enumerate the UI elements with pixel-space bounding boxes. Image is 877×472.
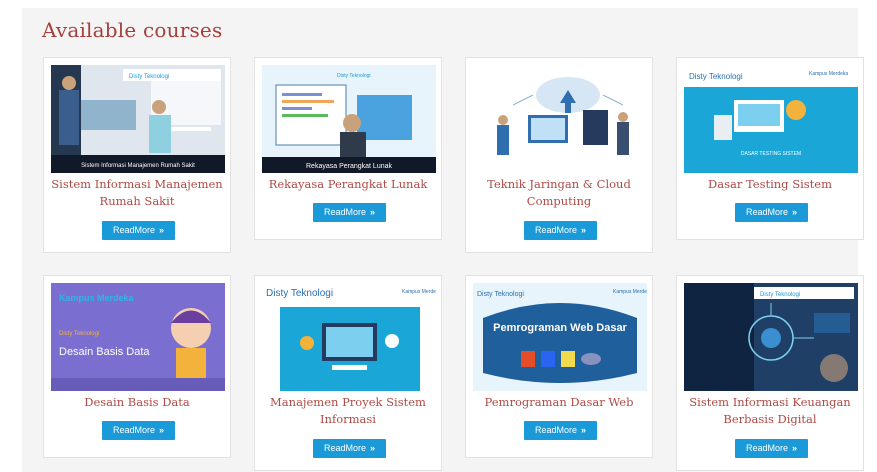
course-thumbnail[interactable]: Rekayasa Perangkat Lunak Disty Teknologi (262, 65, 436, 173)
course-thumbnail[interactable]: Sistem Informasi Manajemen Rumah Sakit D… (51, 65, 225, 173)
course-title[interactable]: Desain Basis Data (48, 394, 226, 411)
course-title[interactable]: Pemrograman Dasar Web (470, 394, 648, 411)
course-title[interactable]: Teknik Jaringan & Cloud Computing (470, 176, 648, 210)
readmore-button[interactable]: ReadMore» (102, 421, 175, 440)
course-title[interactable]: Sistem Informasi Manajemen Rumah Sakit (48, 176, 226, 210)
course-card[interactable]: Kampus Merdeka Disty Teknologi Desain Ba… (43, 275, 231, 458)
course-title[interactable]: Manajemen Proyek Sistem Informasi (259, 394, 437, 428)
courses-panel: Available courses Sistem Informasi Manaj… (22, 8, 864, 472)
chevron-right-icon: » (370, 443, 376, 453)
chevron-right-icon: » (159, 225, 165, 235)
course-title[interactable]: Sistem Informasi Keuangan Berbasis Digit… (681, 394, 859, 428)
thumb-caption: Sistem Informasi Manajemen Rumah Sakit (81, 163, 195, 169)
course-thumbnail[interactable]: Disty Teknologi (684, 283, 858, 391)
section-heading: Available courses (42, 18, 223, 42)
brand-logo: Disty Teknologi (266, 288, 333, 299)
brand-logo: Disty Teknologi (477, 291, 524, 298)
brand-logo: Disty Teknologi (689, 72, 743, 81)
kampus-logo: Kampus Merdeka (809, 71, 848, 77)
course-card[interactable]: Teknik Jaringan & Cloud Computing ReadMo… (465, 57, 653, 253)
course-card[interactable]: Disty Teknologi Sistem Informasi Keuanga… (676, 275, 864, 471)
course-card[interactable]: Disty Teknologi Kampus Merdeka DASAR TES… (676, 57, 864, 240)
thumb-caption: Pemrograman Web Dasar (493, 322, 627, 334)
course-card[interactable]: Sistem Informasi Manajemen Rumah Sakit D… (43, 57, 231, 253)
readmore-button[interactable]: ReadMore» (102, 221, 175, 240)
brand-logo: Disty Teknologi (760, 292, 800, 298)
readmore-button[interactable]: ReadMore» (735, 439, 808, 458)
course-thumbnail[interactable]: Disty Teknologi Kampus Merdeka Pemrogram… (473, 283, 647, 391)
kampus-logo: Kampus Merdeka (59, 293, 135, 303)
readmore-button[interactable]: ReadMore» (313, 439, 386, 458)
thumb-caption: Desain Basis Data (59, 346, 150, 358)
course-card[interactable]: Disty Teknologi Kampus Merdeka Manajemen… (254, 275, 442, 471)
course-thumbnail[interactable]: Disty Teknologi Kampus Merdeka DASAR TES… (684, 65, 858, 173)
chevron-right-icon: » (792, 443, 798, 453)
course-card[interactable]: Rekayasa Perangkat Lunak Disty Teknologi… (254, 57, 442, 240)
brand-logo: Disty Teknologi (59, 331, 99, 337)
course-thumbnail[interactable]: Kampus Merdeka Disty Teknologi Desain Ba… (51, 283, 225, 391)
thumb-caption: Rekayasa Perangkat Lunak (306, 163, 392, 170)
chevron-right-icon: » (581, 425, 587, 435)
chevron-right-icon: » (581, 225, 587, 235)
chevron-right-icon: » (370, 207, 376, 217)
kampus-logo: Kampus Merdeka (402, 289, 436, 295)
readmore-button[interactable]: ReadMore» (524, 221, 597, 240)
readmore-button[interactable]: ReadMore» (524, 421, 597, 440)
readmore-button[interactable]: ReadMore» (735, 203, 808, 222)
course-thumbnail[interactable] (473, 65, 647, 173)
brand-logo: Disty Teknologi (129, 74, 169, 80)
course-title[interactable]: Dasar Testing Sistem (681, 176, 859, 193)
brand-logo: Disty Teknologi (337, 73, 371, 79)
course-title[interactable]: Rekayasa Perangkat Lunak (259, 176, 437, 193)
course-thumbnail[interactable]: Disty Teknologi Kampus Merdeka (262, 283, 436, 391)
chevron-right-icon: » (792, 207, 798, 217)
readmore-button[interactable]: ReadMore» (313, 203, 386, 222)
thumb-caption: DASAR TESTING SISTEM (741, 151, 801, 157)
chevron-right-icon: » (159, 425, 165, 435)
course-card[interactable]: Disty Teknologi Kampus Merdeka Pemrogram… (465, 275, 653, 458)
kampus-logo: Kampus Merdeka (613, 289, 647, 295)
